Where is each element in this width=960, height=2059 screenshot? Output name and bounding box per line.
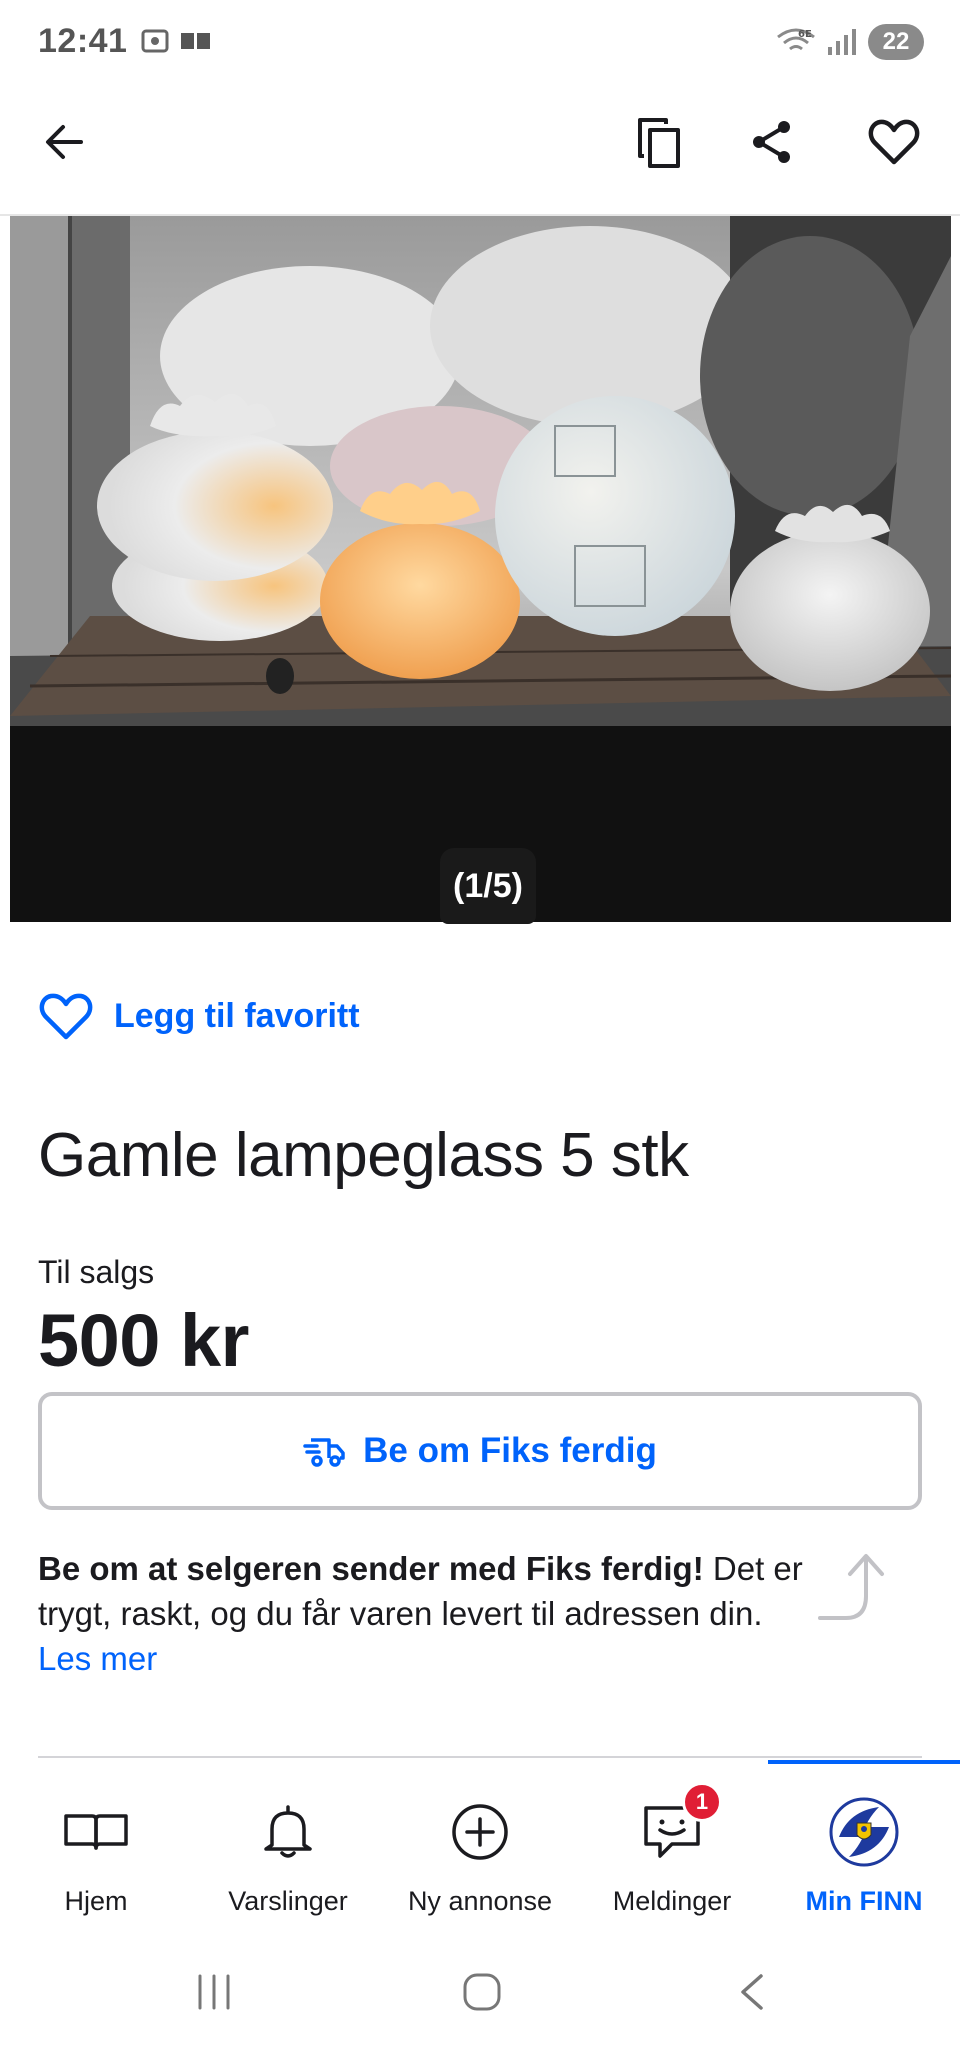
favorite-toolbar-button[interactable] bbox=[858, 106, 930, 178]
copy-button[interactable] bbox=[624, 106, 696, 178]
listing-title: Gamle lampeglass 5 stk bbox=[38, 1121, 689, 1190]
app-toolbar bbox=[0, 92, 960, 192]
network-type: 6E bbox=[798, 29, 812, 40]
book-icon bbox=[64, 1814, 128, 1850]
message-status-icon bbox=[181, 33, 210, 49]
plus-circle-icon bbox=[452, 1804, 508, 1860]
fiks-ferdig-button[interactable]: Be om Fiks ferdig bbox=[38, 1392, 922, 1510]
listing-photo bbox=[10, 216, 951, 922]
nav-item-hjem[interactable]: Hjem bbox=[0, 1760, 192, 1924]
info-bold-text: Be om at selgeren sender med Fiks ferdig… bbox=[38, 1550, 704, 1587]
heart-icon bbox=[868, 119, 920, 165]
fiks-ferdig-label: Be om Fiks ferdig bbox=[363, 1431, 657, 1470]
nav-item-ny-annonse[interactable]: Ny annonse bbox=[384, 1760, 576, 1924]
nav-item-varslinger[interactable]: Varslinger bbox=[192, 1760, 384, 1924]
nav-label-hjem: Hjem bbox=[64, 1886, 128, 1916]
add-favorite-link[interactable]: Legg til favoritt bbox=[38, 990, 360, 1042]
share-button[interactable] bbox=[736, 106, 808, 178]
favorite-label: Legg til favoritt bbox=[114, 996, 360, 1035]
system-back-button[interactable] bbox=[712, 1962, 792, 2022]
nav-label-varslinger: Varslinger bbox=[228, 1886, 348, 1916]
battery-indicator: 22 bbox=[868, 24, 924, 60]
recent-apps-button[interactable] bbox=[174, 1962, 254, 2022]
home-button[interactable] bbox=[442, 1962, 522, 2022]
share-icon bbox=[753, 121, 790, 163]
nav-label-ny-annonse: Ny annonse bbox=[407, 1886, 553, 1916]
nav-item-meldinger[interactable]: 1 Meldinger bbox=[576, 1760, 768, 1924]
curved-arrow-icon bbox=[818, 1554, 884, 1620]
signal-icon bbox=[828, 29, 856, 55]
status-time: 12:41 bbox=[38, 22, 128, 60]
status-bar: 12:41 6E 22 bbox=[0, 0, 960, 86]
read-more-link[interactable]: Les mer bbox=[38, 1640, 157, 1677]
screenshot-icon bbox=[141, 29, 169, 53]
heart-outline-icon bbox=[39, 993, 93, 1040]
sale-type: Til salgs bbox=[38, 1254, 155, 1290]
unread-badge: 1 bbox=[682, 1782, 722, 1822]
home-icon bbox=[463, 1973, 501, 2011]
recent-apps-icon bbox=[198, 1974, 230, 2010]
back-button[interactable] bbox=[28, 106, 100, 178]
copy-icon bbox=[638, 118, 680, 168]
wifi-icon: 6E bbox=[777, 28, 815, 51]
fiks-ferdig-info: Be om at selgeren sender med Fiks ferdig… bbox=[38, 1546, 818, 1681]
listing-price: 500 kr bbox=[38, 1299, 249, 1382]
nav-label-min-finn: Min FINN bbox=[805, 1886, 923, 1916]
chevron-left-icon bbox=[741, 1974, 763, 2010]
system-navigation-bar bbox=[0, 1940, 960, 2059]
image-counter: (1/5) bbox=[440, 848, 536, 924]
bell-icon bbox=[264, 1805, 312, 1858]
avatar bbox=[829, 1797, 899, 1867]
bottom-navigation: Hjem Varslinger Ny annonse 1 Meldinger M… bbox=[0, 1760, 960, 1924]
image-gallery[interactable] bbox=[10, 216, 951, 922]
nav-item-min-finn[interactable]: Min FINN bbox=[768, 1760, 960, 1924]
delivery-truck-icon bbox=[303, 1438, 345, 1467]
arrow-left-icon bbox=[46, 125, 83, 159]
content-divider bbox=[38, 1756, 922, 1758]
nav-label-meldinger: Meldinger bbox=[612, 1886, 732, 1916]
